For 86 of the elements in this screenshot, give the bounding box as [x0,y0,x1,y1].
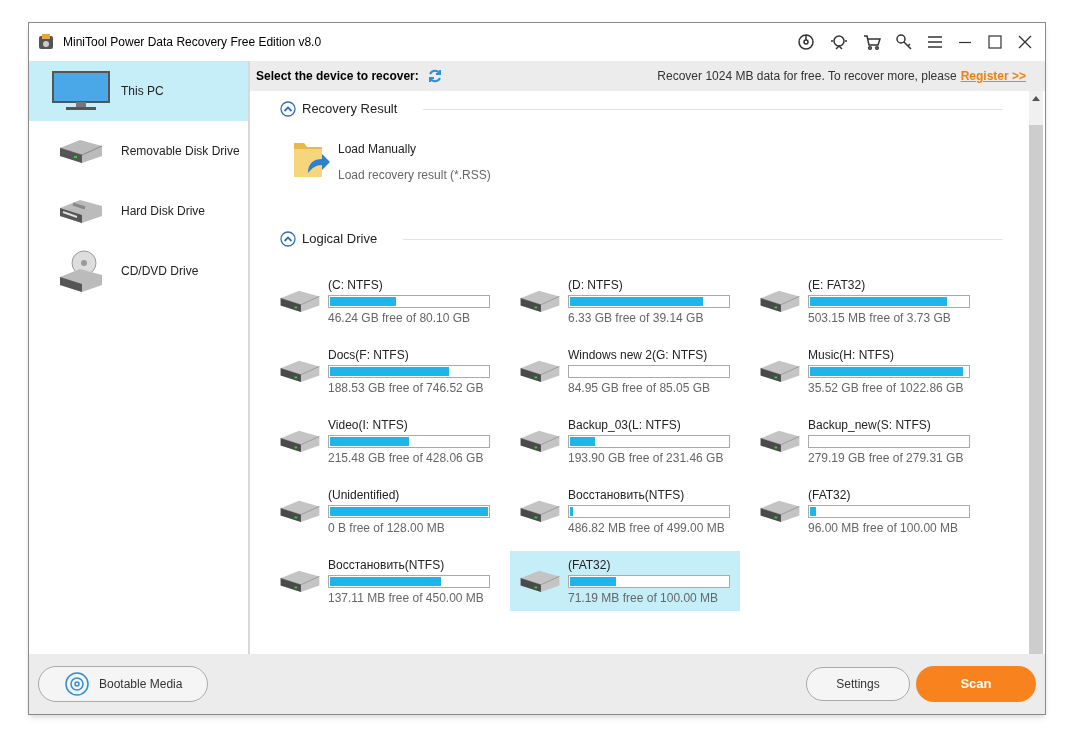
section-title: Logical Drive [302,230,378,249]
drive-icon [758,499,802,523]
collapse-icon[interactable] [280,231,296,247]
drive-tile[interactable]: Windows new 2(G: NTFS) 84.95 GB free of 85.05 GB [510,341,740,401]
drive-icon [518,429,562,453]
sidebar-item[interactable]: Hard Disk Drive [29,181,248,241]
maximize-icon[interactable] [987,34,1003,50]
free-space: 279.19 GB free of 279.31 GB [808,450,965,465]
drive-name: (D: NTFS) [568,277,624,292]
free-space: 46.24 GB free of 80.10 GB [328,310,472,325]
collapse-icon[interactable] [280,101,296,117]
drive-tile[interactable]: Backup_new(S: NTFS) 279.19 GB free of 279.31 GB [750,411,980,471]
drive-icon [518,289,562,313]
free-space: 503.15 MB free of 3.73 GB [808,310,952,325]
monitor-icon [50,71,112,111]
free-space: 0 B free of 128.00 MB [328,520,446,535]
app-logo-icon [37,33,55,51]
drive-name: (C: NTFS) [328,277,384,292]
drive-tile[interactable]: Music(H: NTFS) 35.52 GB free of 1022.86 GB [750,341,980,401]
bootable-media-button[interactable]: Bootable Media [38,666,208,702]
key-icon[interactable] [895,33,913,51]
drive-icon [758,429,802,453]
drive-icon [278,499,322,523]
cart-icon[interactable] [863,33,881,51]
free-space: 486.82 MB free of 499.00 MB [568,520,726,535]
drive-tile[interactable]: Восстановить(NTFS) 486.82 MB free of 499.00 MB [510,481,740,541]
drive-name: (Unidentified) [328,487,401,502]
menu-icon[interactable] [927,35,943,49]
disc-icon [65,672,89,696]
free-space: 137.11 MB free of 450.00 MB [328,590,485,605]
drive-icon [518,569,562,593]
drive-icon [278,429,322,453]
drive-tile[interactable]: Video(I: NTFS) 215.48 GB free of 428.06 GB [270,411,500,471]
free-space: 84.95 GB free of 85.05 GB [568,380,712,395]
settings-button[interactable]: Settings [806,667,910,701]
drive-name: (FAT32) [568,557,612,572]
sidebar-item[interactable]: CD/DVD Drive [29,241,248,301]
drive-tile[interactable]: Backup_03(L: NTFS) 193.90 GB free of 231.46 GB [510,411,740,471]
window-title: MiniTool Power Data Recovery Free Edition v8.0 [63,34,322,51]
free-space: 71.19 MB free of 100.00 MB [568,590,720,605]
refresh-icon[interactable] [426,68,443,84]
drive-tile[interactable]: (D: NTFS) 6.33 GB free of 39.14 GB [510,271,740,331]
item-description: Load recovery result (*.RSS) [338,167,491,184]
drive-icon [758,359,802,383]
drive-tile[interactable]: (FAT32) 71.19 MB free of 100.00 MB [510,551,740,611]
drive-name: Восстановить(NTFS) [568,487,686,502]
drive-name: Backup_new(S: NTFS) [808,417,932,432]
drive-name: Video(I: NTFS) [328,417,409,432]
free-space: 35.52 GB free of 1022.86 GB [808,380,965,395]
drive-name: Docs(F: NTFS) [328,347,410,362]
drive-name: (E: FAT32) [808,277,867,292]
drive-icon [58,138,104,164]
item-title: Load Manually [338,141,418,158]
device-prompt: Select the device to recover: [256,68,419,85]
cd-drive-icon [58,249,104,293]
load-manually-item[interactable]: Load Manually Load recovery result (*.RSS) [292,137,512,184]
drive-tile[interactable]: (E: FAT32) 503.15 MB free of 3.73 GB [750,271,980,331]
drive-icon [278,289,322,313]
drive-name: Восстановить(NTFS) [328,557,446,572]
close-icon[interactable] [1017,34,1033,50]
drive-icon [518,359,562,383]
drive-tile[interactable]: Docs(F: NTFS) 188.53 GB free of 746.52 GB [270,341,500,401]
drive-icon [278,569,322,593]
free-space: 215.48 GB free of 428.06 GB [328,450,485,465]
drive-icon [758,289,802,313]
free-space: 6.33 GB free of 39.14 GB [568,310,705,325]
sidebar-item[interactable]: This PC [29,61,248,121]
sidebar-item[interactable]: Removable Disk Drive [29,121,248,181]
section-title: Recovery Result [302,100,398,119]
drive-icon [278,359,322,383]
drive-name: Windows new 2(G: NTFS) [568,347,709,362]
free-space: 188.53 GB free of 746.52 GB [328,380,485,395]
drive-name: Backup_03(L: NTFS) [568,417,682,432]
free-limit-notice: Recover 1024 MB data for free. To recover more, please [657,68,957,85]
free-space: 193.90 GB free of 231.46 GB [568,450,725,465]
free-space: 96.00 MB free of 100.00 MB [808,520,960,535]
drive-tile[interactable]: (C: NTFS) 46.24 GB free of 80.10 GB [270,271,500,331]
disc-icon[interactable] [797,33,815,51]
scroll-up-icon[interactable] [1032,95,1040,101]
drive-name: Music(H: NTFS) [808,347,895,362]
drive-tile[interactable]: (Unidentified) 0 B free of 128.00 MB [270,481,500,541]
drive-name: (FAT32) [808,487,852,502]
drive-tile[interactable]: Восстановить(NTFS) 137.11 MB free of 450.00 MB [270,551,500,611]
drive-icon [518,499,562,523]
scrollbar-thumb[interactable] [1029,125,1043,654]
drive-tile[interactable]: (FAT32) 96.00 MB free of 100.00 MB [750,481,980,541]
